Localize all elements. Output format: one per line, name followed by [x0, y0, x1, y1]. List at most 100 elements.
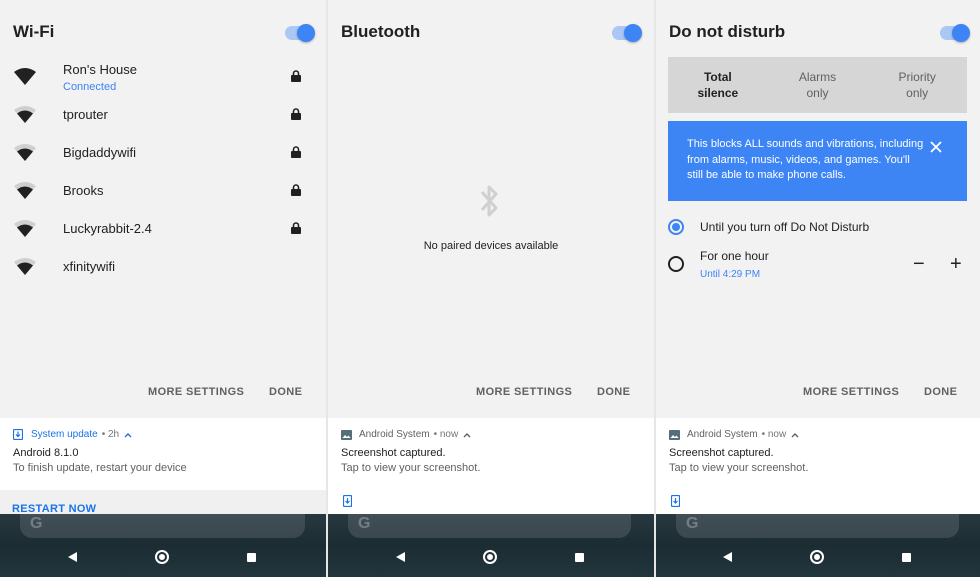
radio-until-off[interactable]	[668, 219, 684, 235]
recents-icon[interactable]	[902, 553, 911, 562]
image-icon	[669, 429, 680, 440]
tab-priority-only[interactable]: Priority only	[867, 57, 967, 113]
done-button[interactable]: DONE	[924, 386, 957, 398]
bluetooth-toggle[interactable]	[612, 24, 642, 42]
wifi-signal-icon	[14, 182, 36, 199]
wifi-network-item[interactable]: Bigdaddywifi	[0, 133, 326, 171]
lock-icon	[291, 146, 301, 158]
radio-for-one-hour[interactable]	[668, 256, 684, 272]
notification-secondary	[328, 490, 654, 514]
dnd-title: Do not disturb	[669, 22, 786, 41]
notification-time: • now	[433, 429, 459, 440]
wifi-network-name: Luckyrabbit-2.4	[63, 221, 152, 236]
more-settings-button[interactable]: MORE SETTINGS	[148, 386, 244, 398]
done-button[interactable]: DONE	[597, 386, 630, 398]
banner-text: This blocks ALL sounds and vibrations, i…	[687, 138, 924, 181]
chevron-up-icon[interactable]	[463, 432, 471, 438]
empty-state-text: No paired devices available	[423, 240, 559, 252]
notification-card[interactable]: Android System • now Screenshot captured…	[656, 418, 980, 490]
wifi-signal-icon	[14, 220, 36, 237]
recents-icon[interactable]	[247, 553, 256, 562]
lock-icon	[291, 108, 301, 120]
chevron-up-icon[interactable]	[124, 432, 132, 438]
google-g-icon: G	[358, 515, 371, 532]
done-button[interactable]: DONE	[269, 386, 302, 398]
notification-text: To finish update, restart your device	[13, 462, 187, 474]
recents-icon[interactable]	[575, 553, 584, 562]
notification-card[interactable]: System update • 2h Android 8.1.0 To fini…	[0, 418, 326, 490]
notification-title: Screenshot captured.	[341, 447, 446, 459]
bluetooth-title: Bluetooth	[341, 22, 421, 41]
option-one-hour-until: Until 4:29 PM	[700, 269, 761, 280]
navigation-bar: G	[0, 514, 326, 577]
notification-app-name: Android System	[687, 429, 758, 440]
dnd-toggle[interactable]	[940, 24, 970, 42]
google-g-icon: G	[686, 515, 699, 532]
back-icon[interactable]	[723, 552, 732, 562]
notification-header: Android System • now	[341, 429, 471, 440]
notification-app-name: Android System	[359, 429, 430, 440]
more-settings-button[interactable]: MORE SETTINGS	[803, 386, 899, 398]
option-until-off-label: Until you turn off Do Not Disturb	[700, 220, 870, 234]
wifi-signal-icon	[14, 106, 36, 123]
google-search-bar[interactable]: G	[20, 514, 305, 538]
notification-header: Android System • now	[669, 429, 799, 440]
notification-text: Tap to view your screenshot.	[669, 462, 809, 474]
google-search-bar[interactable]: G	[676, 514, 959, 538]
notification-title: Screenshot captured.	[669, 447, 774, 459]
tab-label-line2: only	[906, 86, 929, 100]
option-one-hour-label: For one hour	[700, 249, 769, 263]
navigation-bar: G	[656, 514, 980, 577]
back-icon[interactable]	[68, 552, 77, 562]
lock-icon	[291, 184, 301, 196]
wifi-network-item[interactable]: Luckyrabbit-2.4	[0, 209, 326, 247]
system-update-icon	[671, 495, 680, 507]
wifi-network-name: Ron's House	[63, 62, 138, 77]
notification-secondary	[656, 490, 980, 514]
wifi-signal-icon	[14, 144, 36, 161]
home-icon[interactable]	[483, 550, 497, 564]
do-not-disturb-panel: Do not disturb Total silence Alarms only P…	[656, 0, 980, 577]
lock-icon	[291, 70, 301, 82]
notification-card[interactable]: Android System • now Screenshot captured…	[328, 418, 654, 490]
toggle-knob	[952, 24, 970, 42]
chevron-up-icon[interactable]	[791, 432, 799, 438]
notification-app-name: System update	[31, 429, 98, 440]
more-settings-button[interactable]: MORE SETTINGS	[476, 386, 572, 398]
notification-title: Android 8.1.0	[13, 447, 79, 459]
image-icon	[341, 429, 352, 440]
tab-label-line1: Total	[703, 70, 732, 84]
wifi-network-item[interactable]: xfinitywifi	[0, 247, 326, 285]
wifi-signal-icon	[14, 258, 36, 275]
increase-duration-button[interactable]: +	[950, 254, 962, 274]
toggle-knob	[624, 24, 642, 42]
system-update-icon	[343, 495, 352, 507]
wifi-toggle[interactable]	[285, 24, 315, 42]
wifi-network-name: Brooks	[63, 183, 104, 198]
wifi-network-item[interactable]: Brooks	[0, 171, 326, 209]
tab-alarms-only[interactable]: Alarms only	[768, 57, 868, 113]
wifi-network-name: xfinitywifi	[63, 259, 116, 274]
wifi-panel: Wi-Fi Ron's House Connected tprouter Big…	[0, 0, 326, 577]
home-icon[interactable]	[810, 550, 824, 564]
home-icon[interactable]	[155, 550, 169, 564]
bluetooth-icon	[480, 185, 498, 217]
wifi-network-item[interactable]: Ron's House Connected	[0, 57, 326, 95]
notification-time: • 2h	[101, 429, 120, 440]
tab-total-silence[interactable]: Total silence	[668, 57, 768, 113]
lock-icon	[291, 222, 301, 234]
wifi-signal-full-icon	[14, 68, 36, 85]
wifi-network-item[interactable]: tprouter	[0, 95, 326, 133]
navigation-bar: G	[328, 514, 654, 577]
decrease-duration-button[interactable]: −	[913, 254, 925, 274]
notification-text: Tap to view your screenshot.	[341, 462, 481, 474]
wifi-network-status: Connected	[63, 81, 117, 93]
google-search-bar[interactable]: G	[348, 514, 631, 538]
toggle-knob	[297, 24, 315, 42]
tab-label-line1: Priority	[898, 70, 936, 84]
wifi-network-name: tprouter	[63, 107, 108, 122]
tab-label-line2: only	[806, 86, 829, 100]
info-banner: This blocks ALL sounds and vibrations, i…	[668, 121, 967, 201]
close-icon[interactable]	[929, 140, 943, 154]
back-icon[interactable]	[396, 552, 405, 562]
